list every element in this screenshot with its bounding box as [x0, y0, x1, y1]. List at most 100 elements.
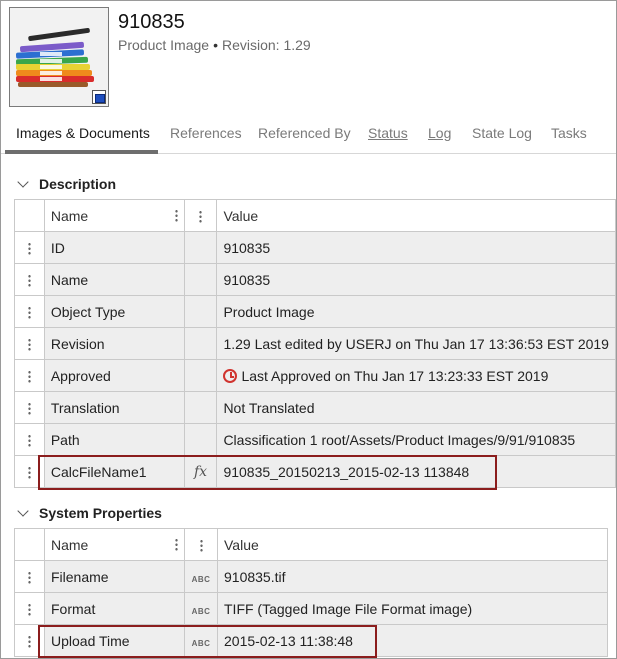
attribute-value[interactable]: 910835_20150213_2015-02-13 113848: [216, 455, 616, 488]
column-menu-grip-icon[interactable]: [198, 210, 202, 224]
section-description-title: Description: [39, 176, 117, 192]
attribute-value[interactable]: TIFF (Tagged Image File Format image): [217, 592, 608, 625]
column-menu-grip-icon[interactable]: [199, 539, 203, 553]
approved-clock-icon: [223, 368, 238, 383]
image-type-badge-icon: [92, 90, 106, 104]
attribute-name: Filename: [44, 560, 185, 593]
attribute-type-cell: [183, 263, 218, 296]
section-system-properties-header[interactable]: System Properties: [17, 505, 162, 521]
table-row[interactable]: CalcFileName1 fx 910835_20150213_2015-02…: [14, 455, 616, 488]
row-grip-cell[interactable]: [14, 455, 45, 488]
attribute-value[interactable]: 910835: [216, 231, 616, 264]
active-tab-indicator: [5, 150, 158, 154]
attribute-value[interactable]: 2015-02-13 11:38:48: [217, 624, 608, 657]
attribute-name: Approved: [43, 359, 185, 392]
tab-images-documents[interactable]: Images & Documents: [16, 125, 150, 141]
tab-referenced-by[interactable]: Referenced By: [258, 125, 351, 141]
column-menu-grip-icon[interactable]: [174, 208, 178, 222]
row-drag-grip-icon[interactable]: [27, 274, 31, 288]
table-row[interactable]: Translation Not Translated: [14, 391, 616, 424]
system-properties-table: Name Value Filename ABC 910835.tif Forma…: [14, 528, 608, 657]
product-thumbnail[interactable]: [9, 7, 109, 107]
attribute-type-cell: fx: [183, 455, 218, 488]
attribute-value[interactable]: 910835.tif: [217, 560, 608, 593]
attribute-name: ID: [43, 231, 185, 264]
row-grip-cell[interactable]: [14, 624, 45, 657]
row-grip-cell[interactable]: [14, 391, 45, 424]
formula-fx-icon: fx: [193, 464, 208, 480]
table-row[interactable]: Path Classification 1 root/Assets/Produc…: [14, 423, 616, 456]
product-image-panel: 910835 Product Image • Revision: 1.29 Imag…: [0, 0, 617, 659]
text-type-abc-icon: ABC: [191, 574, 211, 584]
column-menu-grip-icon[interactable]: [175, 537, 178, 551]
attribute-name: Revision: [43, 327, 185, 360]
tab-references[interactable]: References: [170, 125, 242, 141]
description-table: Name Value ID 910835 Name 910835 Object …: [14, 199, 616, 488]
row-grip-cell[interactable]: [14, 560, 45, 593]
header-empty-cell: [14, 199, 45, 232]
attribute-type-cell: ABC: [184, 592, 218, 625]
row-grip-cell[interactable]: [14, 263, 45, 296]
attribute-name: Translation: [43, 391, 185, 424]
attribute-name: Name: [43, 263, 185, 296]
attribute-value[interactable]: Classification 1 root/Assets/Product Ima…: [216, 423, 616, 456]
column-header-name[interactable]: Name: [43, 199, 185, 232]
table-row[interactable]: Upload Time ABC 2015-02-13 11:38:48: [14, 624, 608, 657]
row-grip-cell[interactable]: [14, 359, 45, 392]
column-header-value[interactable]: Value: [216, 199, 616, 232]
object-type-label: Product Image: [118, 37, 210, 53]
tab-tasks[interactable]: Tasks: [551, 125, 587, 141]
attribute-name: CalcFileName1: [43, 455, 185, 488]
table-row[interactable]: Revision 1.29 Last edited by USERJ on Th…: [14, 327, 616, 360]
row-drag-grip-icon[interactable]: [27, 370, 31, 384]
table-row[interactable]: Filename ABC 910835.tif: [14, 560, 608, 593]
bullet-separator-icon: •: [213, 37, 218, 53]
row-grip-cell[interactable]: [14, 295, 45, 328]
attribute-name: Upload Time: [44, 624, 185, 657]
row-drag-grip-icon[interactable]: [27, 306, 31, 320]
row-drag-grip-icon[interactable]: [27, 242, 31, 256]
revision-label: Revision: 1.29: [221, 37, 311, 53]
row-drag-grip-icon[interactable]: [28, 635, 31, 649]
attribute-value[interactable]: Last Approved on Thu Jan 17 13:23:33 EST…: [216, 359, 616, 392]
table-row[interactable]: Format ABC TIFF (Tagged Image File Forma…: [14, 592, 608, 625]
column-header-name[interactable]: Name: [44, 528, 185, 561]
attribute-type-cell: [183, 359, 218, 392]
row-drag-grip-icon[interactable]: [28, 603, 31, 617]
row-grip-cell[interactable]: [14, 592, 45, 625]
table-row[interactable]: Name 910835: [14, 263, 616, 296]
attribute-value[interactable]: 910835: [216, 263, 616, 296]
attribute-name: Path: [43, 423, 185, 456]
attribute-value[interactable]: Product Image: [216, 295, 616, 328]
attribute-value[interactable]: 1.29 Last edited by USERJ on Thu Jan 17 …: [216, 327, 616, 360]
column-header-type[interactable]: [184, 528, 218, 561]
text-type-abc-icon: ABC: [191, 638, 211, 648]
attribute-type-cell: [183, 231, 218, 264]
attribute-value[interactable]: Not Translated: [216, 391, 616, 424]
tab-log[interactable]: Log: [428, 125, 451, 141]
tab-bar: Images & Documents References Referenced…: [1, 117, 616, 154]
tab-status[interactable]: Status: [368, 125, 408, 141]
attribute-name: Format: [44, 592, 185, 625]
row-grip-cell[interactable]: [14, 423, 45, 456]
row-drag-grip-icon[interactable]: [28, 571, 31, 585]
row-drag-grip-icon[interactable]: [27, 434, 31, 448]
column-header-value[interactable]: Value: [217, 528, 608, 561]
row-drag-grip-icon[interactable]: [27, 338, 31, 352]
row-drag-grip-icon[interactable]: [27, 402, 31, 416]
table-row[interactable]: Object Type Product Image: [14, 295, 616, 328]
row-grip-cell[interactable]: [14, 231, 45, 264]
tab-state-log[interactable]: State Log: [472, 125, 532, 141]
row-drag-grip-icon[interactable]: [27, 466, 31, 480]
column-header-name-label: Name: [51, 536, 89, 553]
table-row[interactable]: ID 910835: [14, 231, 616, 264]
column-header-type[interactable]: [183, 199, 218, 232]
chevron-down-icon: [17, 505, 29, 517]
row-grip-cell[interactable]: [14, 327, 45, 360]
attribute-type-cell: [183, 391, 218, 424]
section-description-header[interactable]: Description: [17, 176, 117, 192]
attribute-type-cell: ABC: [184, 624, 218, 657]
attribute-type-cell: [183, 423, 218, 456]
table-row[interactable]: Approved Last Approved on Thu Jan 17 13:…: [14, 359, 616, 392]
section-system-properties-title: System Properties: [39, 505, 162, 521]
